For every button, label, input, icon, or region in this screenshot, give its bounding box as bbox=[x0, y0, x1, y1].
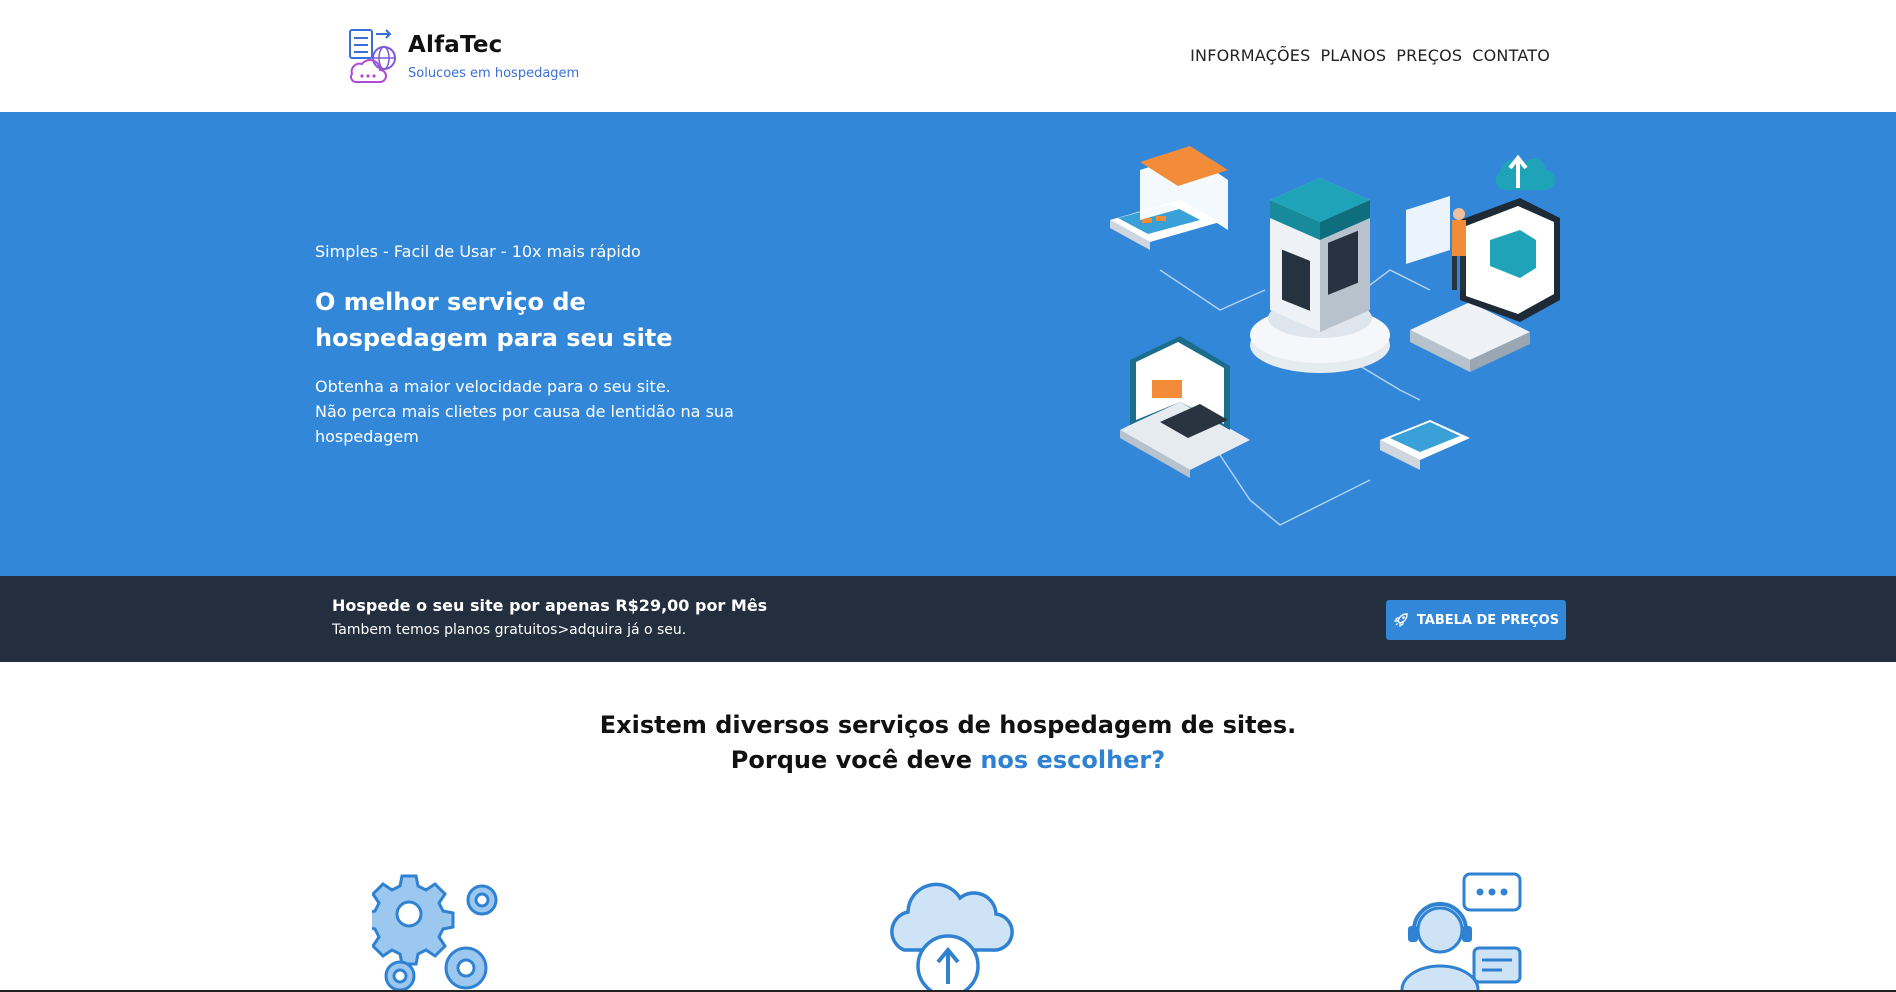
hero-description-line1: Obtenha a maior velocidade para o seu si… bbox=[315, 377, 671, 396]
why-heading-line1: Existem diversos serviços de hospedagem … bbox=[599, 711, 1297, 739]
banner-subtext: Tambem temos planos gratuitos>adquira já… bbox=[332, 622, 687, 638]
server-network-icon bbox=[349, 29, 396, 83]
nav-precos[interactable]: PREÇOS bbox=[1396, 46, 1462, 65]
price-table-button-label: TABELA DE PREÇOS bbox=[1416, 612, 1560, 628]
nav-planos[interactable]: PLANOS bbox=[1320, 46, 1386, 65]
why-heading-line2: Porque você deve nos escolher? bbox=[0, 743, 1896, 778]
support-agent-icon bbox=[1400, 872, 1522, 991]
hero-tagline: Simples - Facil de Usar - 10x mais rápid… bbox=[315, 242, 641, 261]
price-table-button[interactable]: TABELA DE PREÇOS bbox=[1386, 600, 1566, 640]
brand-name: AlfaTec bbox=[408, 32, 503, 58]
cloud-upload-icon bbox=[890, 882, 1014, 992]
why-heading-prefix: Porque você deve bbox=[730, 746, 981, 774]
brand-logo[interactable]: AlfaTec Solucoes em hospedagem bbox=[346, 28, 646, 88]
hero-description-line2: Não perca mais clietes por causa de lent… bbox=[315, 402, 734, 446]
main-nav: INFORMAÇÕES PLANOS PREÇOS CONTATO bbox=[1190, 46, 1550, 65]
nav-contato[interactable]: CONTATO bbox=[1472, 46, 1550, 65]
hero-title: O melhor serviço de hospedagem para seu … bbox=[315, 288, 673, 352]
why-section: Existem diversos serviços de hospedagem … bbox=[0, 708, 1896, 778]
why-heading-highlight: nos escolher? bbox=[980, 746, 1166, 774]
banner-headline: Hospede o seu site por apenas R$29,00 po… bbox=[332, 596, 768, 615]
hero-description: Obtenha a maior velocidade para o seu si… bbox=[315, 374, 775, 449]
promo-banner: Hospede o seu site por apenas R$29,00 po… bbox=[0, 576, 1896, 662]
hosting-illustration bbox=[1110, 146, 1560, 526]
hero-section: Simples - Facil de Usar - 10x mais rápid… bbox=[0, 112, 1896, 576]
site-header: AlfaTec Solucoes em hospedagem INFORMAÇÕ… bbox=[0, 0, 1896, 112]
brand-tagline: Solucoes em hospedagem bbox=[408, 66, 580, 81]
rocket-icon bbox=[1393, 613, 1408, 628]
nav-informacoes[interactable]: INFORMAÇÕES bbox=[1190, 46, 1310, 65]
gears-icon bbox=[372, 874, 498, 992]
